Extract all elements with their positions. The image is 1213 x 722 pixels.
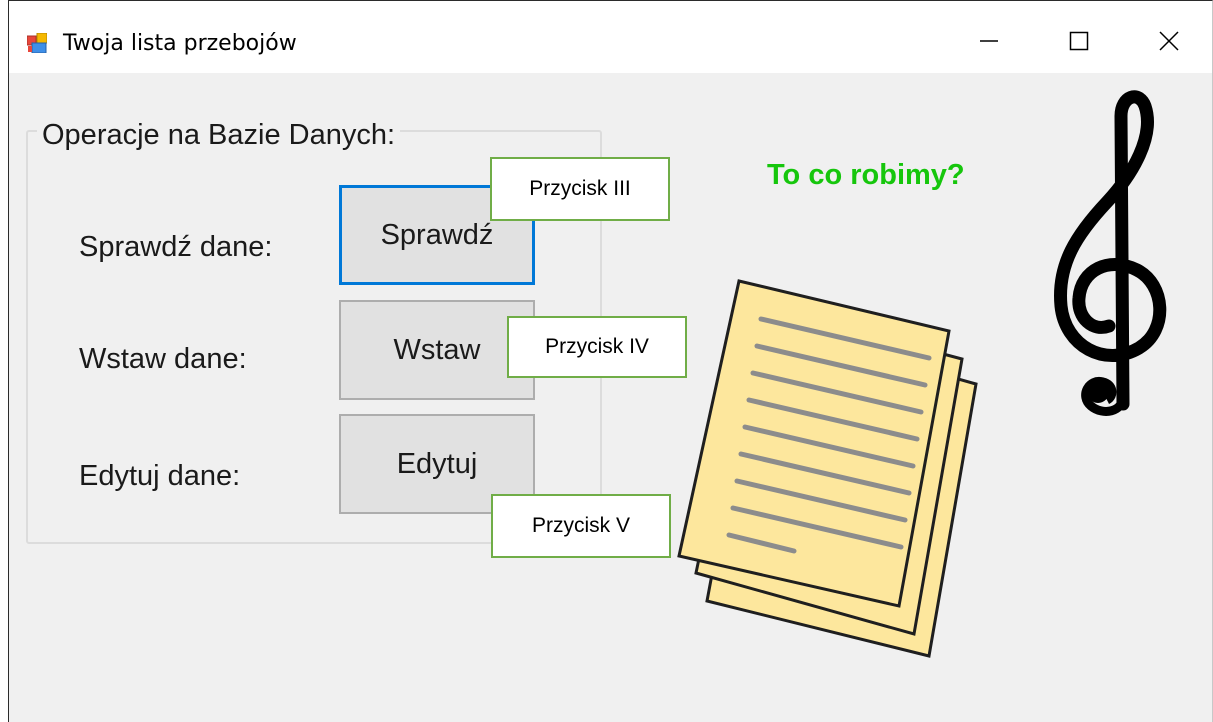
insert-data-label: Wstaw dane: [79, 343, 247, 375]
document-stack-icon [677, 279, 978, 658]
question-label: To co robimy? [767, 159, 965, 191]
window-title: Twoja lista przebojów [63, 31, 297, 56]
callout-button-iii: Przycisk III [490, 157, 670, 221]
insert-button[interactable]: Wstaw [339, 300, 535, 400]
minimize-icon [980, 40, 998, 42]
callout-button-iv: Przycisk IV [507, 316, 687, 378]
close-button[interactable] [1139, 13, 1199, 69]
minimize-button[interactable] [959, 13, 1019, 69]
app-window: Twoja lista przebojów Operacje na Bazie … [8, 0, 1213, 722]
groupbox-legend: Operacje na Bazie Danych: [37, 117, 401, 153]
winforms-app-icon [27, 33, 47, 53]
maximize-button[interactable] [1049, 13, 1109, 69]
callout-button-v: Przycisk V [491, 494, 671, 558]
check-data-label: Sprawdź dane: [79, 231, 273, 263]
maximize-icon [1069, 31, 1089, 51]
title-bar[interactable]: Twoja lista przebojów [9, 1, 1212, 73]
treble-clef-icon [1053, 90, 1167, 416]
close-icon [1159, 31, 1179, 51]
edit-data-label: Edytuj dane: [79, 460, 241, 492]
